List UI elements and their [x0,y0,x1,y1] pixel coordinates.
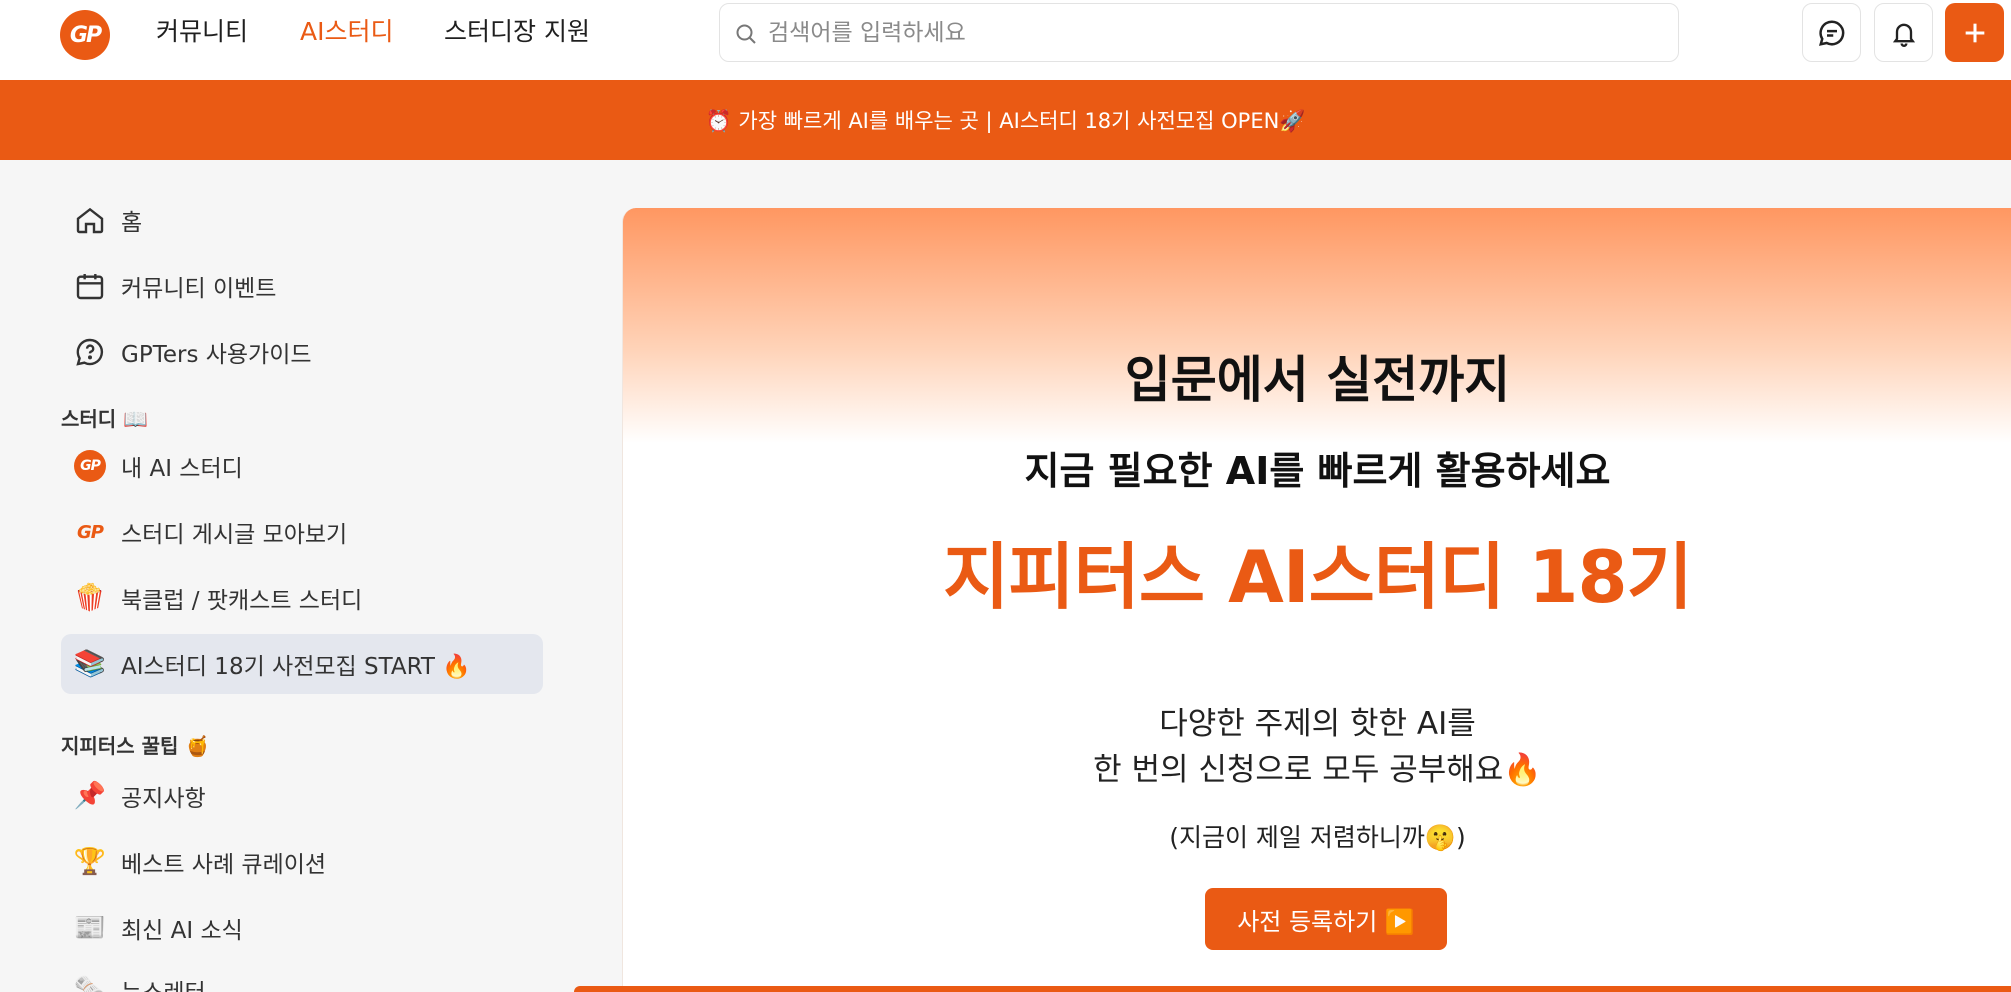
newspaper-icon: 📰 [73,913,107,943]
sidebar-section-study: 스터디 📖 [61,407,149,431]
sidebar-item-notices[interactable]: 📌 공지사항 [61,766,543,826]
messages-button[interactable] [1802,3,1861,62]
nav-ai-study[interactable]: AI스터디 [300,14,393,50]
pushpin-icon: 📌 [73,781,107,811]
create-post-button[interactable] [1945,3,2004,62]
gp-logo-icon: GP [77,521,104,543]
sidebar-item-my-ai-study[interactable]: GP 내 AI 스터디 [61,436,543,496]
hero-headline: 지피터스 AI스터디 18기 [943,535,1693,619]
sidebar-item-guide[interactable]: GPTers 사용가이드 [61,322,543,382]
sidebar-item-label: 최신 AI 소식 [121,918,243,944]
sidebar-item-label: 베스트 사례 큐레이션 [121,852,327,878]
announcement-text: ⏰ 가장 빠르게 AI를 배우는 곳 | AI스터디 18기 사전모집 OPEN… [705,109,1306,133]
hero-title: 입문에서 실전까지 [1124,351,1511,409]
hero-description-line-2: 한 번의 신청으로 모두 공부해요🔥 [1093,752,1542,788]
sidebar-item-ai-news[interactable]: 📰 최신 AI 소식 [61,898,543,958]
sidebar-item-label: 커뮤니티 이벤트 [121,276,277,302]
search-box[interactable] [719,3,1679,62]
chat-icon [1818,19,1844,46]
next-section-edge [574,986,2011,992]
sidebar-item-label: 홈 [121,210,143,236]
trophy-icon: 🏆 [73,847,107,877]
notifications-button[interactable] [1874,3,1933,62]
sidebar-item-home[interactable]: 홈 [61,190,543,250]
popcorn-icon: 🍿 [73,583,107,613]
nav-community[interactable]: 커뮤니티 [156,14,248,50]
preregister-button[interactable]: 사전 등록하기 ▶️ [1205,888,1447,950]
help-chat-icon [71,333,109,371]
sidebar-item-label: 북클럽 / 팟캐스트 스터디 [121,588,363,614]
search-icon [736,24,756,44]
sidebar-item-bookclub-podcast[interactable]: 🍿 북클럽 / 팟캐스트 스터디 [61,568,543,628]
sidebar-item-label: GPTers 사용가이드 [121,342,312,368]
top-navigation-bar: GP 커뮤니티 AI스터디 스터디장 지원 [0,0,2011,80]
sidebar-item-label: 공지사항 [121,786,206,812]
gp-logo-icon: GP [71,447,109,485]
sidebar-item-label: 뉴스레터 [121,973,206,992]
hero-note: (지금이 제일 저렴하니까🤫) [1169,823,1466,852]
plus-icon [1965,23,1984,42]
sidebar: 홈 커뮤니티 이벤트 GPTers 사용가이드 스터디 📖 GP 내 AI 스터… [0,160,622,992]
sidebar-item-ai-study-18-preregister[interactable]: 📚 AI스터디 18기 사전모집 START 🔥 [61,634,543,694]
sidebar-item-label: AI스터디 18기 사전모집 START 🔥 [121,654,471,680]
sidebar-section-tips: 지피터스 꿀팁 🍯 [61,734,211,758]
sidebar-item-label: 스터디 게시글 모아보기 [121,522,348,548]
calendar-icon [71,267,109,305]
hero-banner: 입문에서 실전까지 지금 필요한 AI를 빠르게 활용하세요 지피터스 AI스터… [622,208,2011,992]
home-icon [71,201,109,239]
gpters-logo[interactable]: GP [60,10,110,60]
sidebar-item-newsletter[interactable]: 🗞️ 뉴스레터 [61,960,543,992]
announcement-banner[interactable]: ⏰ 가장 빠르게 AI를 배우는 곳 | AI스터디 18기 사전모집 OPEN… [0,80,2011,160]
sidebar-item-study-posts[interactable]: GP 스터디 게시글 모아보기 [61,502,543,562]
hero-description-line-1: 다양한 주제의 핫한 AI를 [1159,706,1476,742]
hero-subtitle: 지금 필요한 AI를 빠르게 활용하세요 [1024,449,1611,493]
sidebar-item-label: 내 AI 스터디 [121,456,243,482]
nav-study-leader-apply[interactable]: 스터디장 지원 [444,14,590,50]
books-icon: 📚 [73,649,107,679]
sidebar-item-community-events[interactable]: 커뮤니티 이벤트 [61,256,543,316]
bell-icon [1892,23,1915,47]
sidebar-item-best-cases[interactable]: 🏆 베스트 사례 큐레이션 [61,832,543,892]
search-input[interactable] [768,14,1658,52]
rolled-newspaper-icon: 🗞️ [73,975,107,992]
